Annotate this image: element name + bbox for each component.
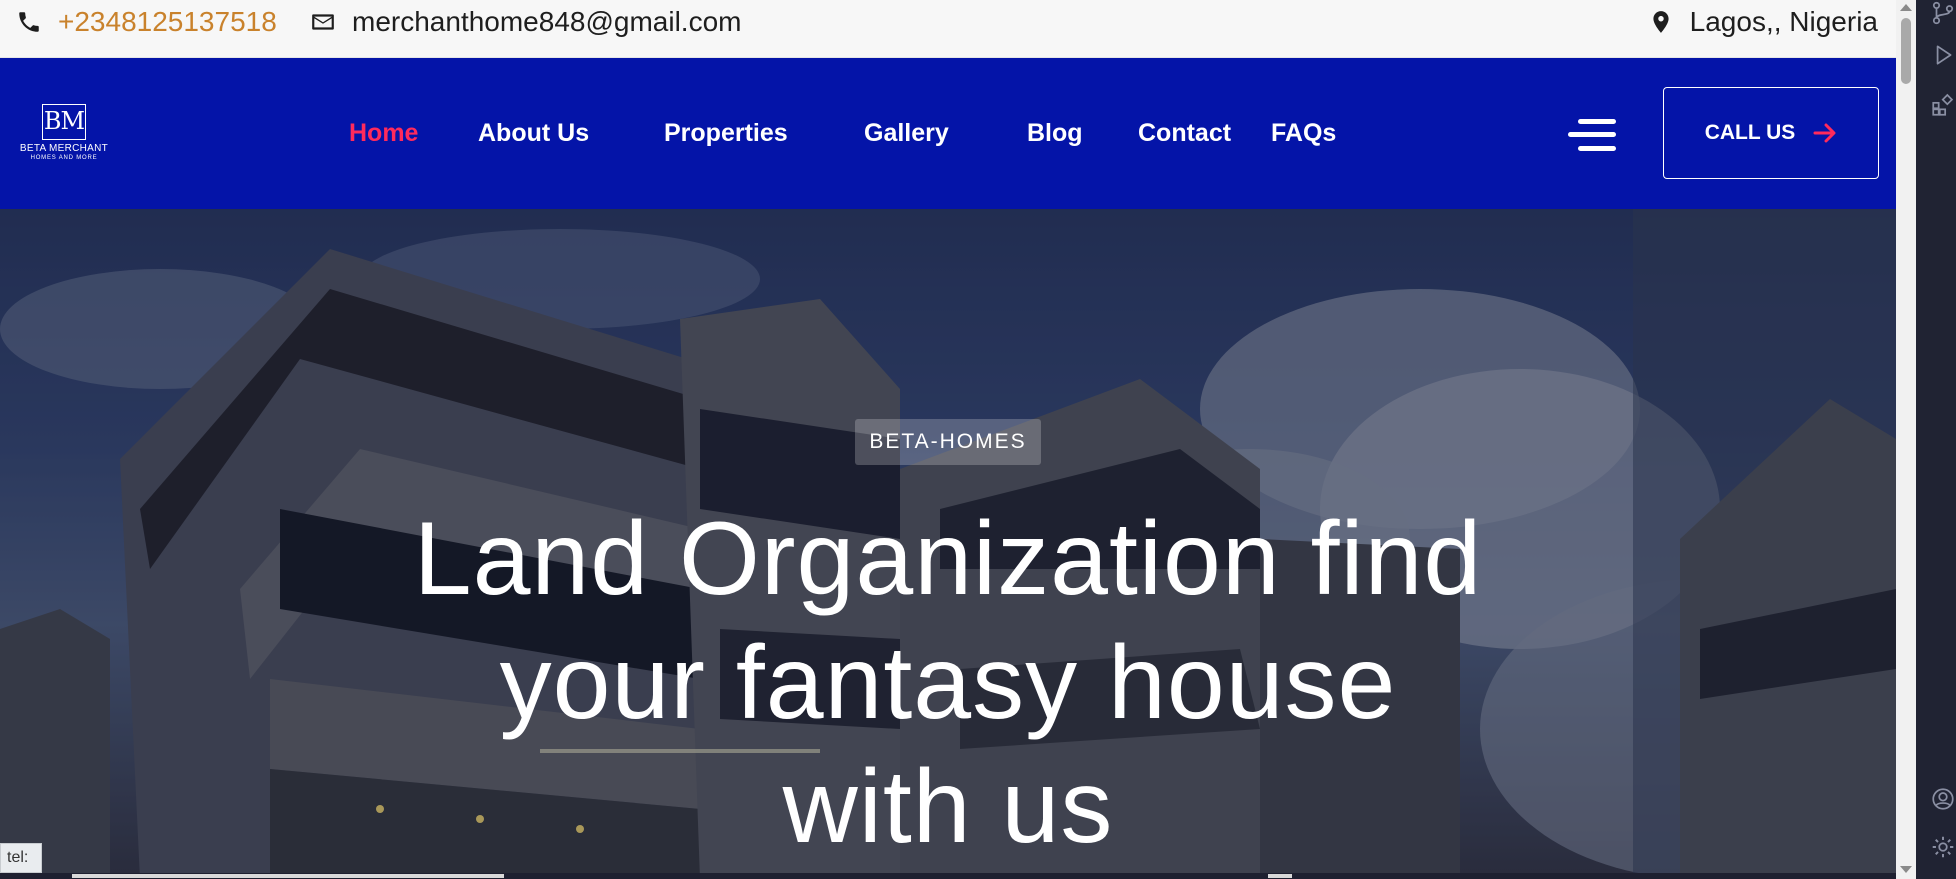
nav-blog[interactable]: Blog [1027,116,1083,150]
logo-monogram: BM [42,104,86,140]
vertical-scrollbar[interactable] [1896,0,1916,879]
email-link[interactable]: merchanthome848@gmail.com [310,0,741,44]
call-us-label: CALL US [1704,121,1796,144]
scroll-down-icon[interactable] [1900,866,1912,873]
hero-headline: Land Organization find your fantasy hous… [300,497,1596,869]
site-logo[interactable]: BM BETA MERCHANT HOMES AND MORE [18,104,110,166]
source-control-icon[interactable] [1930,0,1956,26]
logo-name: BETA MERCHANT [19,143,109,154]
nav-properties[interactable]: Properties [664,116,788,150]
logo-tagline: HOMES AND MORE [30,155,98,161]
nav-home[interactable]: Home [349,116,418,150]
email-address[interactable]: merchanthome848@gmail.com [352,6,741,38]
call-us-button[interactable]: CALL US [1663,87,1879,179]
bottom-strip [0,873,1896,879]
headline-line-1: Land Organization find [413,501,1483,617]
progress-marker [1268,874,1292,878]
phone-icon [16,9,42,35]
link-status-tooltip: tel: [0,843,42,873]
phone-number[interactable]: +2348125137518 [58,6,277,38]
scroll-up-icon[interactable] [1900,4,1912,11]
top-contact-bar: +2348125137518 merchanthome848@gmail.com… [0,0,1896,58]
nav-gallery[interactable]: Gallery [864,116,949,150]
location-text: Lagos,, Nigeria [1689,6,1878,37]
side-dock [1916,0,1956,879]
extensions-icon[interactable] [1930,92,1956,118]
run-debug-icon[interactable] [1930,42,1956,68]
envelope-icon [310,9,336,35]
location: Lagos,, Nigeria [1648,0,1878,44]
settings-gear-icon[interactable] [1930,834,1956,860]
menu-icon[interactable] [1568,116,1616,154]
progress-segment [72,874,504,878]
hero-section: BETA-HOMES Land Organization find your f… [0,209,1896,879]
page: +2348125137518 merchanthome848@gmail.com… [0,0,1896,879]
map-pin-icon [1648,9,1674,35]
nav-about-us[interactable]: About Us [478,116,589,150]
arrow-right-icon [1813,122,1837,144]
account-icon[interactable] [1930,786,1956,812]
headline-line-2: your fantasy house [499,625,1397,741]
phone-link[interactable]: +2348125137518 [16,0,277,44]
nav-contact[interactable]: Contact [1138,116,1231,150]
nav-faqs[interactable]: FAQs [1271,116,1336,150]
main-navbar: BM BETA MERCHANT HOMES AND MORE Home Abo… [0,58,1896,209]
headline-line-3: with us [782,749,1114,865]
hero-badge: BETA-HOMES [855,419,1041,465]
scrollbar-thumb[interactable] [1901,18,1911,84]
